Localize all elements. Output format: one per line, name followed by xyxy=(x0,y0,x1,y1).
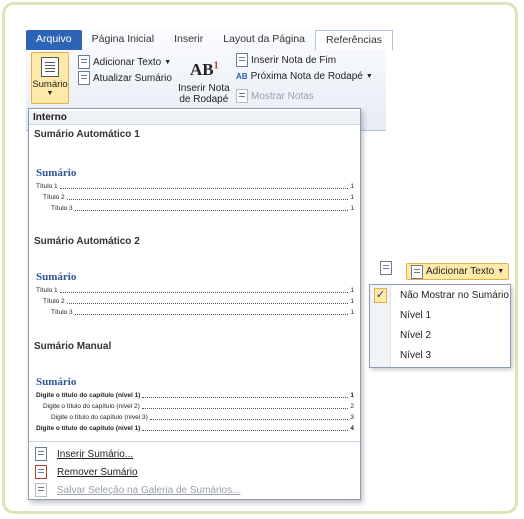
salvar-selecao-item[interactable]: Salvar Seleção na Galeria de Sumários... xyxy=(35,483,240,497)
toc-title: Sumário xyxy=(36,376,77,388)
inserir-sumario-item[interactable]: Inserir Sumário... xyxy=(35,447,133,461)
toc-title: Sumário xyxy=(36,271,77,283)
inserir-nota-rodape-button[interactable]: Inserir Nota de Rodapé xyxy=(178,83,230,105)
toc-preview-auto-1[interactable]: Sumário Título 11 Título 21 Título 31 xyxy=(36,167,354,214)
tab-layout-da-pagina[interactable]: Layout da Página xyxy=(213,30,315,50)
proxima-nota-label: Próxima Nota de Rodapé xyxy=(250,71,363,82)
chevron-down-icon: ▼ xyxy=(164,58,172,66)
adicionar-texto-dropdown-button[interactable]: Adicionar Texto ▼ xyxy=(406,263,510,280)
inserir-nota-label-1: Inserir Nota xyxy=(178,83,230,94)
adicionar-texto-button[interactable]: Adicionar Texto ▼ xyxy=(78,55,171,69)
toc-line: Digite o título do capítulo (nível 1) 1 xyxy=(36,392,354,399)
update-toc-icon xyxy=(78,71,90,85)
save-selection-icon xyxy=(35,483,47,497)
remover-sumario-label: Remover Sumário xyxy=(57,466,138,478)
remover-sumario-item[interactable]: Remover Sumário xyxy=(35,465,138,479)
adicionar-texto-menu: ✓ Não Mostrar no Sumário Nível 1 Nível 2… xyxy=(369,284,511,368)
chevron-down-icon: ▼ xyxy=(365,73,373,80)
toc-line: Título 21 xyxy=(43,194,354,201)
toc-line: Título 11 xyxy=(36,183,354,190)
toc-line: Título 11 xyxy=(36,287,354,294)
gallery-header: Interno xyxy=(29,111,360,125)
toc-line: Digite o título do capítulo (nível 2) 2 xyxy=(43,403,354,410)
show-notes-icon xyxy=(236,89,248,103)
inserir-nota-label-2: de Rodapé xyxy=(179,94,229,105)
menu-item-nivel-3[interactable]: Nível 3 xyxy=(400,350,431,361)
section-title: Sumário Automático 1 xyxy=(34,129,140,140)
inserir-nota-fim-button[interactable]: Inserir Nota de Fim xyxy=(236,53,336,67)
ab-label: AB xyxy=(190,60,214,79)
ribbon-tabs: Arquivo Página Inicial Inserir Layout da… xyxy=(26,30,394,50)
tab-arquivo[interactable]: Arquivo xyxy=(26,30,82,50)
salvar-selecao-label: Salvar Seleção na Galeria de Sumários... xyxy=(57,484,241,496)
menu-item-nivel-1[interactable]: Nível 1 xyxy=(400,310,431,321)
update-toc-side-icon xyxy=(380,261,396,279)
toc-title: Sumário xyxy=(36,167,77,179)
chevron-down-icon: ▼ xyxy=(497,268,505,275)
sumario-button-label: Sumário xyxy=(32,79,68,90)
inserir-nota-fim-label: Inserir Nota de Fim xyxy=(251,54,337,66)
mostrar-notas-button[interactable]: Mostrar Notas xyxy=(236,89,314,103)
mostrar-notas-label: Mostrar Notas xyxy=(251,90,314,102)
add-text-icon xyxy=(78,55,90,69)
atualizar-sumario-label: Atualizar Sumário xyxy=(93,72,172,84)
section-title: Sumário Manual xyxy=(34,341,112,352)
insert-footnote-icon: AB1 xyxy=(190,60,219,80)
menu-item-nao-mostrar[interactable]: Não Mostrar no Sumário xyxy=(400,290,509,301)
proxima-nota-button[interactable]: AB Próxima Nota de Rodapé ▼ xyxy=(236,71,373,82)
endnote-icon xyxy=(236,53,248,67)
toc-line: Digite o título do capítulo (nível 1) 4 xyxy=(36,425,354,432)
adicionar-texto-dropdown-label: Adicionar Texto xyxy=(426,266,495,277)
next-footnote-icon: AB xyxy=(236,72,248,81)
inserir-sumario-label: Inserir Sumário... xyxy=(57,448,134,460)
checkmark-icon: ✓ xyxy=(374,288,387,303)
table-of-contents-icon xyxy=(41,57,59,77)
adicionar-texto-label: Adicionar Texto xyxy=(93,56,162,68)
insert-toc-icon xyxy=(35,447,47,461)
sumario-button[interactable]: Sumário ▼ xyxy=(31,52,69,104)
add-text-icon xyxy=(411,264,423,279)
tab-inserir[interactable]: Inserir xyxy=(164,30,213,50)
toc-line: Título 21 xyxy=(43,298,354,305)
toc-line: Título 31 xyxy=(51,309,354,316)
section-title: Sumário Automático 2 xyxy=(34,236,140,247)
toc-preview-auto-2[interactable]: Sumário Título 11 Título 21 Título 31 xyxy=(36,271,354,318)
toc-line: Título 31 xyxy=(51,205,354,212)
remove-toc-icon xyxy=(35,465,47,479)
ab-superscript: 1 xyxy=(213,60,219,72)
tab-referencias[interactable]: Referências xyxy=(315,30,394,50)
chevron-down-icon: ▼ xyxy=(46,90,54,97)
toc-line: Digite o título do capítulo (nível 3) 3 xyxy=(51,414,354,421)
toc-gallery: Interno Sumário Automático 1 Sumário Tít… xyxy=(28,108,361,500)
atualizar-sumario-button[interactable]: Atualizar Sumário xyxy=(78,71,172,85)
gallery-separator xyxy=(29,441,360,442)
menu-item-nivel-2[interactable]: Nível 2 xyxy=(400,330,431,341)
tab-pagina-inicial[interactable]: Página Inicial xyxy=(82,30,164,50)
toc-preview-manual[interactable]: Sumário Digite o título do capítulo (nív… xyxy=(36,376,354,440)
